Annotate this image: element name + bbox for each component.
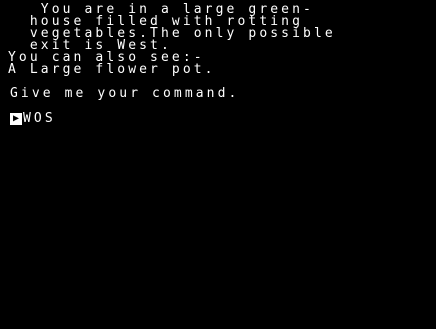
command-input[interactable]: WOS (23, 112, 56, 125)
game-screen[interactable]: You are in a large green- house filled w… (0, 0, 436, 329)
visible-object-item: A Large flower pot. (8, 62, 216, 77)
command-prompt-text: Give me your command. (10, 86, 240, 101)
command-input-line[interactable]: ▶ WOS (10, 112, 56, 126)
cursor-arrow-icon: ▶ (10, 113, 22, 125)
